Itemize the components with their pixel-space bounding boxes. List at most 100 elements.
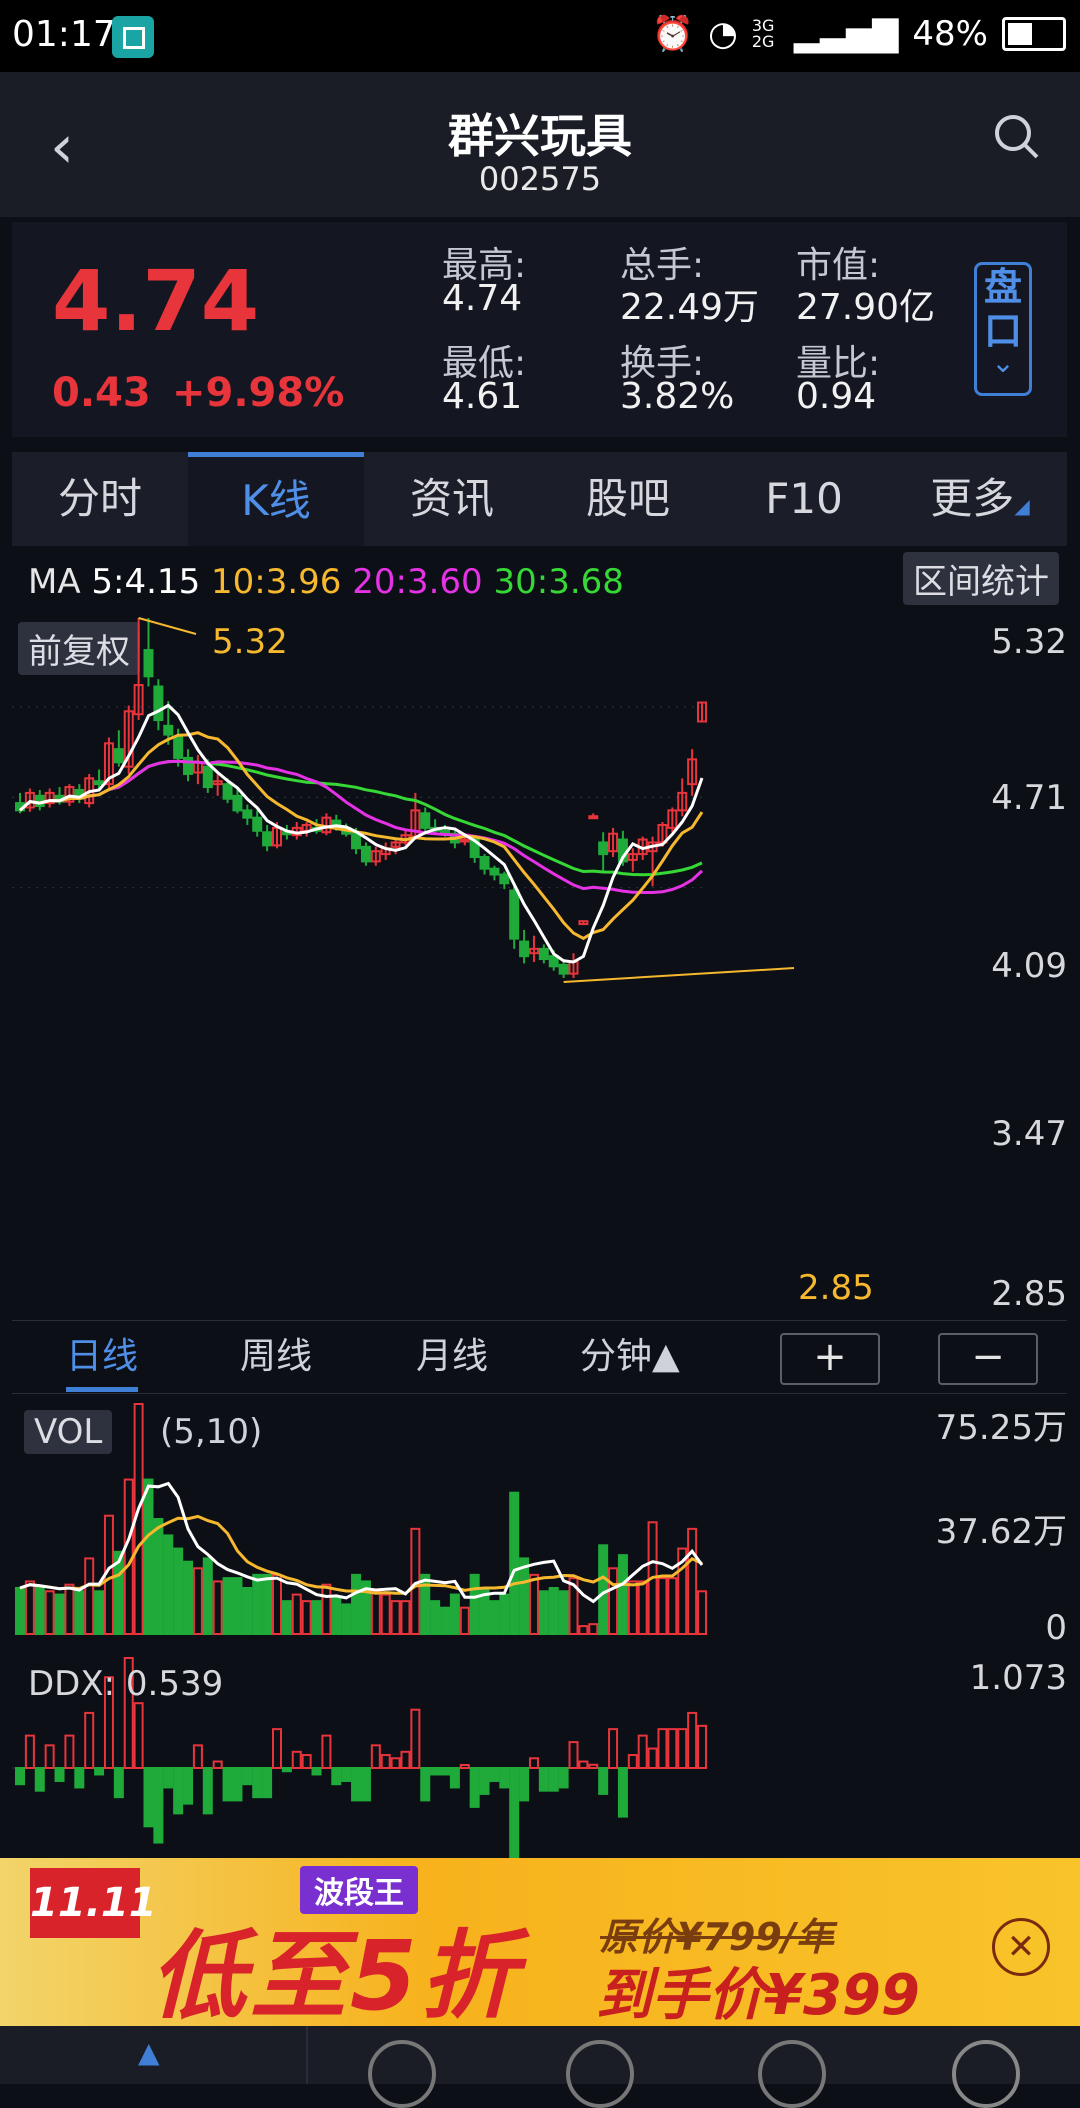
- period-week[interactable]: 周线: [240, 1321, 312, 1393]
- volume-bar: [232, 1577, 243, 1635]
- ddx-bar: [410, 1708, 421, 1769]
- candle-body: [489, 867, 500, 876]
- candle-body: [202, 765, 213, 789]
- ddx-bar: [657, 1728, 668, 1770]
- ddx-bar: [667, 1728, 678, 1770]
- status-time: 01:17: [12, 14, 116, 55]
- volume-bar: [24, 1580, 35, 1636]
- ddx-bar: [84, 1711, 95, 1769]
- ddx-bar: [271, 1728, 282, 1770]
- ddx-bar: [202, 1767, 213, 1815]
- volume-bar: [34, 1587, 45, 1635]
- volume-bar: [143, 1478, 154, 1635]
- volume-bar: [84, 1557, 95, 1635]
- axis-label-2: 4.71: [991, 778, 1067, 818]
- vol-axis-zero: 0: [1045, 1608, 1067, 1648]
- volume-value: 22.49万: [620, 287, 760, 328]
- volume-bar: [291, 1593, 302, 1635]
- volume-bar: [153, 1518, 164, 1635]
- candle-body: [548, 955, 559, 968]
- volume-chart[interactable]: VOL (5,10) 75.25万 37.62万 0: [12, 1394, 1067, 1648]
- chat-icon[interactable]: [952, 2040, 1020, 2108]
- volume-bar: [351, 1573, 362, 1636]
- bottom-nav: ▲: [0, 2026, 1080, 2108]
- refresh-icon[interactable]: [368, 2040, 436, 2108]
- kline-chart[interactable]: MA 5:4.15 10:3.96 20:3.60 30:3.68 区间统计 前…: [12, 546, 1067, 1318]
- divider: [306, 2026, 308, 2084]
- ddx-bar: [24, 1734, 35, 1769]
- zoom-in-button[interactable]: +: [780, 1333, 880, 1385]
- ad-slogan: 低至5折: [150, 1920, 521, 2032]
- search-icon[interactable]: [992, 112, 1040, 160]
- ddx-bar: [430, 1767, 441, 1776]
- tab-bar: 分时 K线 资讯 股吧 F10 更多◢: [12, 452, 1067, 546]
- period-minute[interactable]: 分钟▲: [580, 1321, 680, 1393]
- tab-more[interactable]: 更多◢: [892, 452, 1068, 546]
- ddx-bar: [489, 1767, 500, 1782]
- volume-bar: [163, 1534, 174, 1635]
- ddx-bar: [360, 1767, 371, 1802]
- period-day[interactable]: 日线: [66, 1321, 139, 1392]
- candle-body: [420, 812, 431, 829]
- ma5-line: [19, 703, 704, 964]
- volume-bar: [440, 1606, 451, 1635]
- add-watch-icon[interactable]: [566, 2040, 634, 2108]
- volume-bar: [608, 1567, 619, 1636]
- volume-bar: [667, 1577, 678, 1635]
- volume-bar: [687, 1527, 698, 1636]
- volume-bar: [252, 1573, 263, 1636]
- tab-forum[interactable]: 股吧: [540, 452, 716, 546]
- ddx-bar: [499, 1767, 510, 1789]
- turnover-value: 3.82%: [620, 376, 735, 417]
- volume-bar: [558, 1590, 569, 1636]
- expand-up-icon[interactable]: ▲: [138, 2036, 160, 2069]
- current-price: 4.74: [52, 252, 260, 350]
- volume-bar: [212, 1580, 223, 1636]
- ddx-bar: [311, 1767, 322, 1776]
- ddx-bar: [113, 1767, 124, 1799]
- status-bar: 01:17 ⏰ ◔ 3G 2G ▂▃▅▇ 48%: [0, 0, 1080, 72]
- volume-bar: [54, 1593, 65, 1635]
- volume-bar: [321, 1583, 332, 1635]
- ddx-bar: [34, 1767, 45, 1792]
- ddx-bar: [222, 1767, 233, 1802]
- ad-banner[interactable]: 11.11 波段王 低至5折 原价¥799/年 到手价¥399 ✕: [0, 1858, 1080, 2032]
- screenshot-app-icon: [112, 16, 154, 58]
- volume-bar: [183, 1560, 194, 1635]
- volume-bar: [657, 1577, 668, 1635]
- candle-body: [262, 831, 273, 847]
- ddx-bar: [74, 1767, 85, 1789]
- ddx-bar: [647, 1747, 658, 1769]
- tab-timeshare[interactable]: 分时: [12, 452, 188, 546]
- signal-icon: ▂▃▅▇: [793, 14, 899, 54]
- volume-bar: [370, 1590, 381, 1636]
- mcap-value: 27.90亿: [796, 287, 936, 328]
- tab-kline[interactable]: K线: [188, 452, 364, 546]
- low-value: 4.61: [442, 376, 523, 417]
- ddx-bar: [440, 1767, 451, 1776]
- tab-news[interactable]: 资讯: [364, 452, 540, 546]
- volume-bar: [598, 1544, 609, 1636]
- volume-bar: [627, 1580, 638, 1636]
- ddx-bar: [183, 1767, 194, 1805]
- ddx-bar: [608, 1728, 619, 1770]
- ddx-bar: [192, 1744, 203, 1769]
- tab-f10[interactable]: F10: [716, 452, 892, 546]
- period-month[interactable]: 月线: [416, 1321, 488, 1393]
- ad-sale-price: 到手价¥399: [596, 1963, 920, 2028]
- high-marker: 5.32: [212, 622, 288, 662]
- pankou-button[interactable]: 盘口 ⌄: [974, 262, 1032, 396]
- candle-body: [351, 832, 362, 850]
- wifi-icon: ◔: [708, 14, 738, 54]
- remove-icon[interactable]: [758, 2040, 826, 2108]
- high-value: 4.74: [442, 278, 523, 319]
- zoom-out-button[interactable]: −: [938, 1333, 1038, 1385]
- volume-bar: [262, 1573, 273, 1636]
- candle-body: [598, 841, 609, 856]
- ddx-bar: [390, 1757, 401, 1769]
- candle-body: [252, 816, 263, 832]
- close-icon[interactable]: ✕: [992, 1918, 1050, 1976]
- status-icons: ⏰ ◔ 3G 2G ▂▃▅▇ 48%: [652, 14, 1066, 54]
- ddx-chart[interactable]: DDX: 0.539 1.073: [12, 1650, 1067, 1858]
- ddx-bar: [459, 1764, 470, 1769]
